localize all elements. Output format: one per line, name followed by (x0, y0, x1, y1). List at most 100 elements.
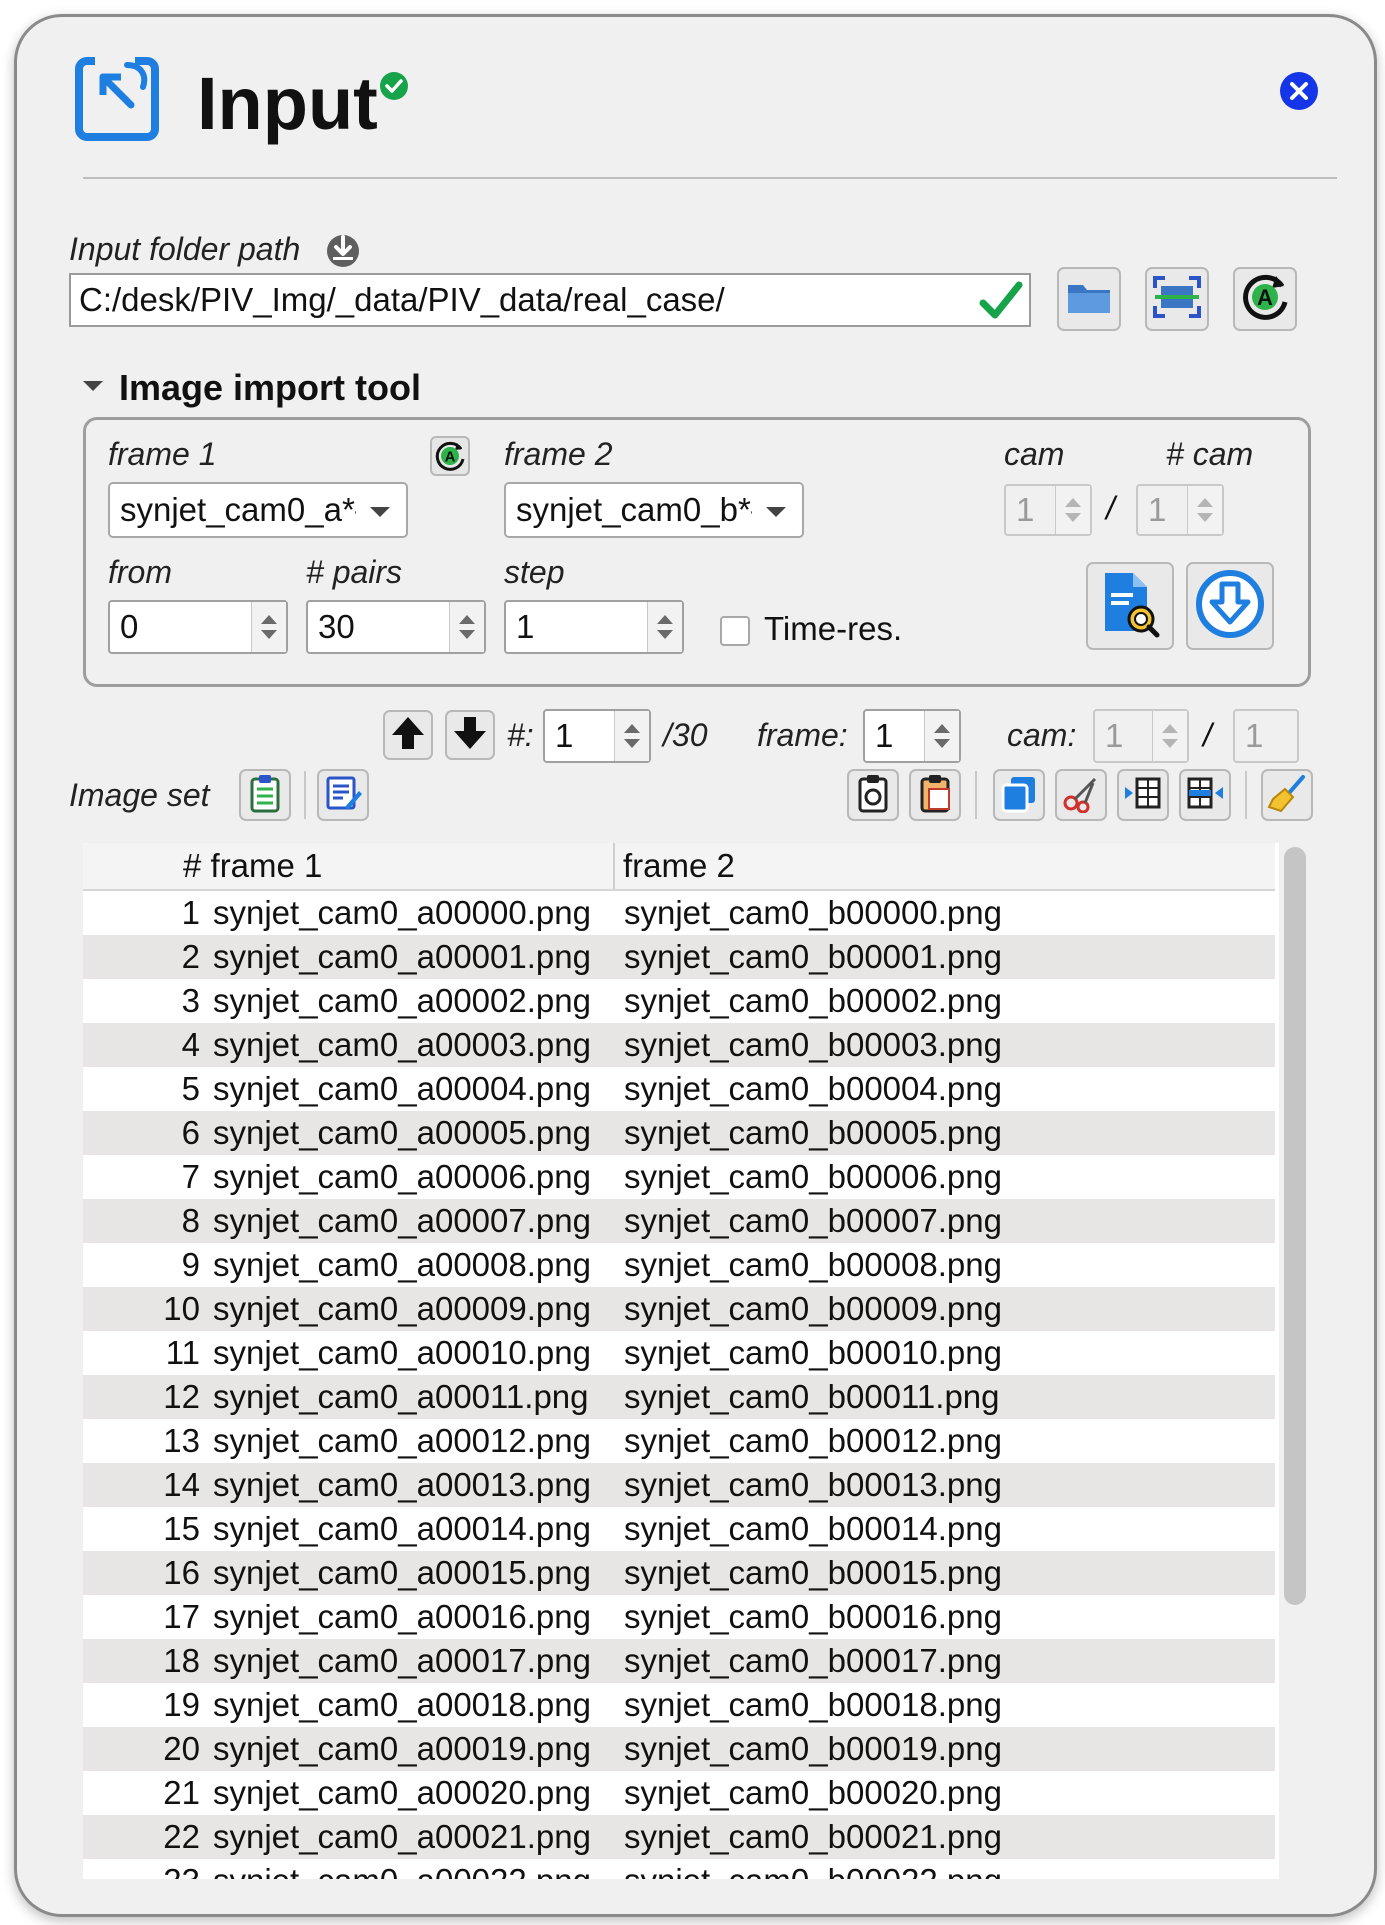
append-row-button[interactable] (1179, 769, 1231, 821)
collapse-triangle-icon[interactable] (83, 381, 103, 391)
spin-arrows[interactable] (647, 602, 682, 652)
table-row[interactable]: 15 synjet_cam0_a00014.png synjet_cam0_b000… (83, 1507, 1275, 1551)
input-folder-label: Input folder path (69, 231, 301, 267)
frame1-filename: synjet_cam0_a00000.png (213, 894, 591, 931)
table-row[interactable]: 8 synjet_cam0_a00007.png synjet_cam0_b0000… (83, 1199, 1275, 1243)
nav-cam-spinbox[interactable]: 1 (1093, 709, 1189, 763)
table-row[interactable]: 7 synjet_cam0_a00006.png synjet_cam0_b0000… (83, 1155, 1275, 1199)
frame2-filename: synjet_cam0_b00017.png (624, 1642, 1002, 1679)
column-divider[interactable] (613, 843, 615, 889)
frame1-pattern-select[interactable]: synjet_cam0_a*{5}.png (108, 482, 408, 538)
spin-arrows[interactable] (1187, 486, 1222, 534)
table-row[interactable]: 6 synjet_cam0_a00005.png synjet_cam0_b0000… (83, 1111, 1275, 1155)
row-number: 7 (181, 1158, 200, 1195)
table-row[interactable]: 17 synjet_cam0_a00016.png synjet_cam0_b000… (83, 1595, 1275, 1639)
table-row[interactable]: 16 synjet_cam0_a00015.png synjet_cam0_b000… (83, 1551, 1275, 1595)
cam-spinbox[interactable]: 1 (1004, 484, 1092, 536)
nav-cam-total-field: 1 (1233, 709, 1299, 763)
row-number: 19 (163, 1686, 200, 1723)
browse-folder-button[interactable] (1057, 267, 1121, 331)
move-up-button[interactable] (383, 710, 433, 760)
import-images-button[interactable] (1186, 562, 1274, 650)
timeres-checkbox[interactable] (720, 616, 750, 646)
table-row[interactable]: 4 synjet_cam0_a00003.png synjet_cam0_b0000… (83, 1023, 1275, 1067)
frame2-filename: synjet_cam0_b00020.png (624, 1774, 1002, 1811)
copy-list-button[interactable] (847, 769, 899, 821)
frame2-filename: synjet_cam0_b00007.png (624, 1202, 1002, 1239)
table-row[interactable]: 2 synjet_cam0_a00001.png synjet_cam0_b0000… (83, 935, 1275, 979)
nav-frame-label: frame: (757, 717, 848, 753)
scan-folder-button[interactable] (1145, 267, 1209, 331)
download-circle-icon (1194, 568, 1266, 645)
timeres-label: Time-res. (764, 610, 903, 647)
arrow-up-icon (388, 713, 428, 758)
row-number: 15 (163, 1510, 200, 1547)
header-divider (83, 177, 1337, 179)
frame1-filename: synjet_cam0_a00003.png (213, 1026, 591, 1063)
row-number: 2 (181, 938, 200, 975)
ncam-spinbox[interactable]: 1 (1136, 484, 1224, 536)
nav-frame-spinbox[interactable]: 1 (863, 709, 961, 763)
column-header-frame2[interactable]: frame 2 (623, 843, 735, 889)
chevron-down-icon (766, 507, 786, 517)
table-row[interactable]: 13 synjet_cam0_a00012.png synjet_cam0_b000… (83, 1419, 1275, 1463)
frame2-label: frame 2 (504, 436, 613, 472)
auto-refresh-button[interactable]: A (1233, 267, 1297, 331)
auto-detect-button[interactable]: A (430, 436, 470, 476)
duplicate-button[interactable] (993, 769, 1045, 821)
close-icon[interactable] (1279, 71, 1319, 111)
import-tool-title: Image import tool (119, 367, 422, 408)
frame2-pattern-select[interactable]: synjet_cam0_b*{5}.png (504, 482, 804, 538)
edit-list-button[interactable] (317, 769, 369, 821)
table-row[interactable]: 18 synjet_cam0_a00017.png synjet_cam0_b000… (83, 1639, 1275, 1683)
input-tab-icon (69, 47, 169, 147)
pairs-spinbox[interactable]: 30 (306, 600, 486, 654)
from-spinbox[interactable]: 0 (108, 600, 288, 654)
scan-folder-icon (1151, 274, 1203, 325)
nav-index-spinbox[interactable]: 1 (543, 709, 651, 763)
input-folder-field[interactable]: C:/desk/PIV_Img/_data/PIV_data/real_case… (69, 273, 1031, 327)
frame2-filename: synjet_cam0_b00015.png (624, 1554, 1002, 1591)
table-row[interactable]: 11 synjet_cam0_a00010.png synjet_cam0_b000… (83, 1331, 1275, 1375)
table-row[interactable]: 3 synjet_cam0_a00002.png synjet_cam0_b0000… (83, 979, 1275, 1023)
scan-images-button[interactable] (1086, 562, 1174, 650)
spin-arrows[interactable] (614, 711, 649, 761)
column-header-frame1[interactable]: # frame 1 (183, 843, 322, 889)
table-row[interactable]: 9 synjet_cam0_a00008.png synjet_cam0_b0000… (83, 1243, 1275, 1287)
download-path-icon[interactable] (323, 229, 363, 269)
row-number: 1 (181, 894, 200, 931)
table-row[interactable]: 23 synjet_cam0_a00022.png synjet_cam0_b000… (83, 1859, 1275, 1879)
table-row[interactable]: 22 synjet_cam0_a00021.png synjet_cam0_b000… (83, 1815, 1275, 1859)
clipboard-list-icon (245, 773, 285, 818)
spin-arrows[interactable] (449, 602, 484, 652)
cut-button[interactable] (1055, 769, 1107, 821)
spin-arrows[interactable] (1055, 486, 1090, 534)
table-row[interactable]: 21 synjet_cam0_a00020.png synjet_cam0_b000… (83, 1771, 1275, 1815)
paste-list-button[interactable] (909, 769, 961, 821)
spin-arrows[interactable] (251, 602, 286, 652)
spin-arrows[interactable] (1152, 711, 1187, 761)
svg-text:A: A (1257, 285, 1273, 310)
import-tool-box: frame 1 A synjet_cam0_a*{5}.png frame 2 … (83, 417, 1311, 687)
frame1-filename: synjet_cam0_a00001.png (213, 938, 591, 975)
table-row[interactable]: 1 synjet_cam0_a00000.png synjet_cam0_b0000… (83, 891, 1275, 935)
spin-arrows[interactable] (924, 711, 959, 761)
image-set-table[interactable]: # frame 1 frame 2 1 synjet_cam0_a00000.pn… (83, 843, 1313, 1879)
table-row[interactable]: 5 synjet_cam0_a00004.png synjet_cam0_b0000… (83, 1067, 1275, 1111)
table-row[interactable]: 12 synjet_cam0_a00011.png synjet_cam0_b000… (83, 1375, 1275, 1419)
table-row[interactable]: 19 synjet_cam0_a00018.png synjet_cam0_b000… (83, 1683, 1275, 1727)
table-row[interactable]: 10 synjet_cam0_a00009.png synjet_cam0_b000… (83, 1287, 1275, 1331)
table-row[interactable]: 14 synjet_cam0_a00013.png synjet_cam0_b000… (83, 1463, 1275, 1507)
row-number: 9 (181, 1246, 200, 1283)
row-number: 12 (163, 1378, 200, 1415)
step-spinbox[interactable]: 1 (504, 600, 684, 654)
frame1-filename: synjet_cam0_a00015.png (213, 1554, 591, 1591)
row-number: 8 (181, 1202, 200, 1239)
frame2-filename: synjet_cam0_b00018.png (624, 1686, 1002, 1723)
table-row[interactable]: 20 synjet_cam0_a00019.png synjet_cam0_b000… (83, 1727, 1275, 1771)
image-list-button[interactable] (239, 769, 291, 821)
move-down-button[interactable] (445, 710, 495, 760)
scrollbar-thumb[interactable] (1284, 847, 1306, 1605)
clean-list-button[interactable] (1261, 769, 1313, 821)
insert-row-button[interactable] (1117, 769, 1169, 821)
